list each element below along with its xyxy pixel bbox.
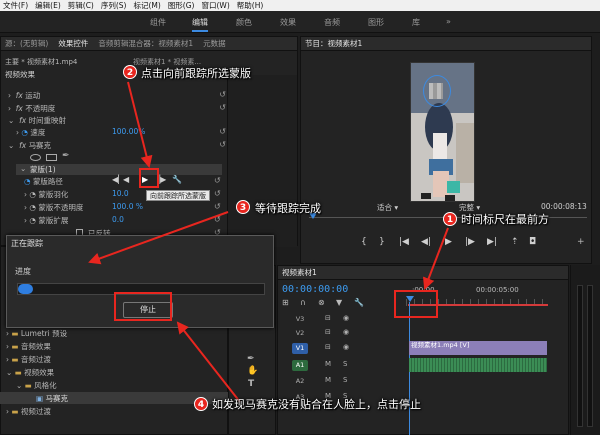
annotation-number-2: 2 xyxy=(123,65,137,79)
annotation-text-2: 点击向前跟踪所选蒙版 xyxy=(141,67,251,80)
annotation-text-4: 如发现马赛克没有贴合在人脸上，点击停止 xyxy=(212,398,421,411)
annotation-text-3: 等待跟踪完成 xyxy=(255,202,321,215)
annotation-number-4: 4 xyxy=(194,397,208,411)
arrow-step-3 xyxy=(88,211,229,265)
arrow-step-1 xyxy=(422,227,449,290)
annotation-text-1: 时间标尺在最前方 xyxy=(461,213,549,226)
annotation-number-3: 3 xyxy=(236,200,250,214)
arrow-step-4 xyxy=(176,321,241,403)
arrow-step-2 xyxy=(127,81,153,168)
annotation-number-1: 1 xyxy=(443,212,457,226)
